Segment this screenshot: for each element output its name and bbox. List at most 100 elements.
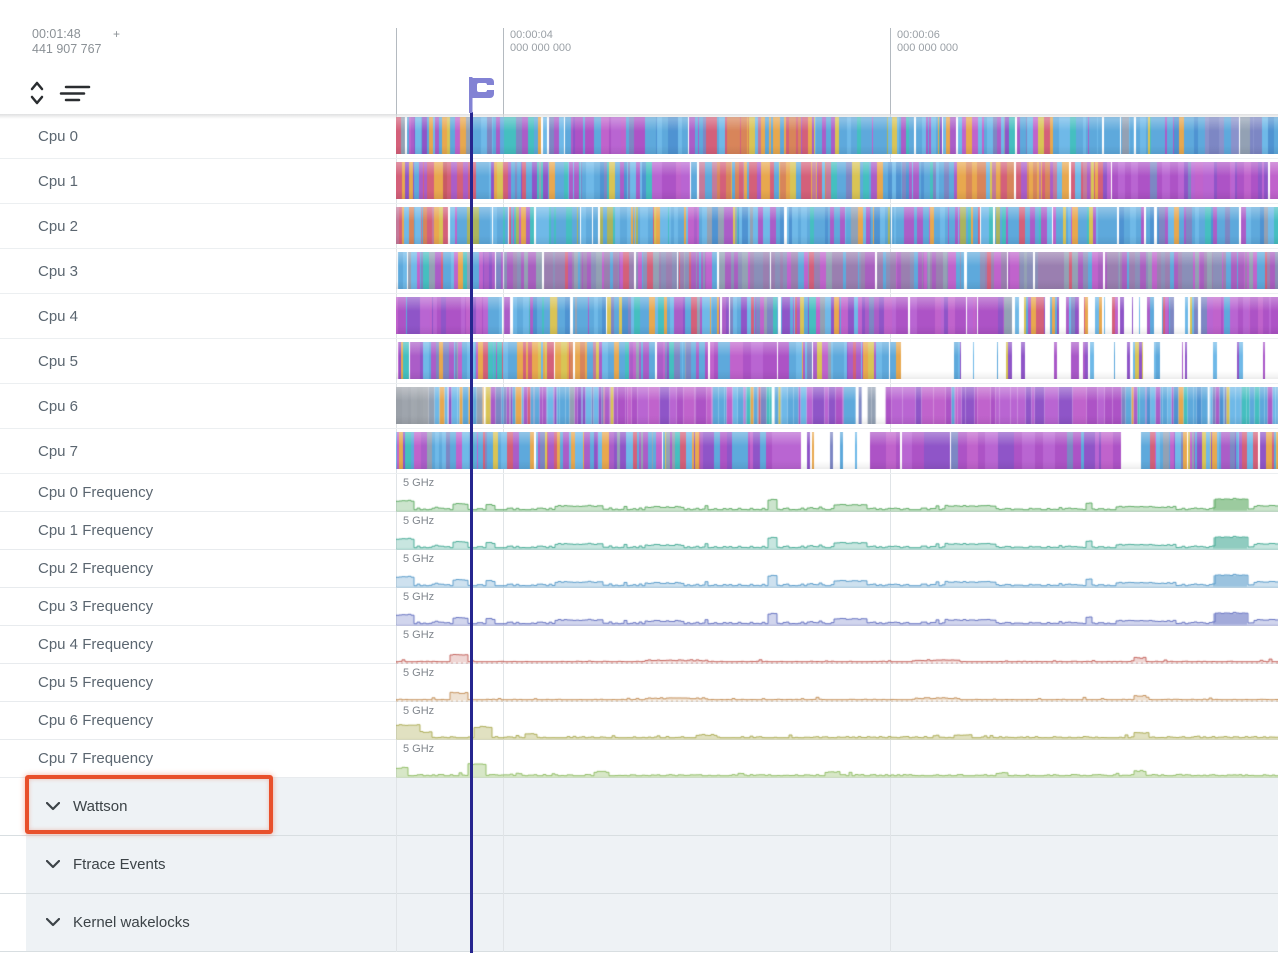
cpu-frequency-canvas[interactable] (396, 550, 1278, 588)
cpu-slices-canvas[interactable] (396, 117, 1278, 154)
track-label: Cpu 4 (38, 308, 78, 325)
cpu-slices-track[interactable] (396, 114, 1278, 158)
cpu-slices-canvas[interactable] (396, 162, 1278, 199)
trace-viewer: 00:01:48 441 907 767 + 00:00:04000 000 0… (0, 0, 1278, 956)
cpu-frequency-canvas[interactable] (396, 702, 1278, 740)
track-label-cell[interactable]: Cpu 2 Frequency (26, 550, 396, 587)
cpu-slices-track[interactable] (396, 294, 1278, 338)
cpu-frequency-track[interactable]: 5 GHz (396, 702, 1278, 739)
track-label-cell[interactable]: Cpu 4 (26, 294, 396, 338)
frequency-scale-label: 5 GHz (403, 553, 434, 565)
trace-time-display: 00:01:48 441 907 767 (32, 27, 102, 57)
cpu-slices-track[interactable] (396, 339, 1278, 383)
cpu-frequency-track-row[interactable]: 5 GHz Cpu 7 Frequency (0, 740, 1278, 778)
cpu-track-row[interactable]: Cpu 4 (0, 294, 1278, 339)
track-label: Cpu 5 Frequency (38, 674, 153, 691)
cpu-track-row[interactable]: Cpu 7 (0, 429, 1278, 474)
cpu-slices-canvas[interactable] (396, 252, 1278, 289)
cpu-frequency-canvas[interactable] (396, 626, 1278, 664)
cpu-frequency-track[interactable]: 5 GHz (396, 474, 1278, 511)
chevron-down-icon[interactable] (46, 914, 60, 932)
unfold-chevrons-icon (28, 96, 46, 111)
cpu-slices-canvas[interactable] (396, 387, 1278, 424)
chevron-down-icon[interactable] (46, 798, 60, 816)
group-label: Ftrace Events (73, 856, 166, 873)
track-label: Cpu 0 Frequency (38, 484, 153, 501)
cpu-slices-track[interactable] (396, 384, 1278, 428)
cpu-slices-track[interactable] (396, 249, 1278, 293)
cpu-track-row[interactable]: Cpu 0 (0, 114, 1278, 159)
track-label-cell[interactable]: Cpu 6 Frequency (26, 702, 396, 739)
cpu-track-row[interactable]: Cpu 2 (0, 204, 1278, 249)
track-label-cell[interactable]: Cpu 2 (26, 204, 396, 248)
chevron-down-icon[interactable] (46, 856, 60, 874)
track-label-cell[interactable]: Cpu 5 Frequency (26, 664, 396, 701)
track-label: Cpu 4 Frequency (38, 636, 153, 653)
track-label-cell[interactable]: Cpu 4 Frequency (26, 626, 396, 663)
track-label: Cpu 2 Frequency (38, 560, 153, 577)
cpu-slices-track[interactable] (396, 429, 1278, 473)
ruler-tick-label: 00:00:06000 000 000 (897, 29, 958, 55)
cpu-slices-track[interactable] (396, 204, 1278, 248)
track-label-cell[interactable]: Cpu 5 (26, 339, 396, 383)
frequency-scale-label: 5 GHz (403, 591, 434, 603)
cpu-slices-canvas[interactable] (396, 432, 1278, 469)
cpu-frequency-track-row[interactable]: 5 GHz Cpu 2 Frequency (0, 550, 1278, 588)
cpu-frequency-track[interactable]: 5 GHz (396, 664, 1278, 701)
frequency-scale-label: 5 GHz (403, 515, 434, 527)
time-plus-label: + (113, 27, 120, 41)
track-group-row[interactable]: Wattson (0, 778, 1278, 836)
cpu-frequency-track-row[interactable]: 5 GHz Cpu 3 Frequency (0, 588, 1278, 626)
track-label: Cpu 7 (38, 443, 78, 460)
cpu-track-row[interactable]: Cpu 5 (0, 339, 1278, 384)
expand-collapse-tracks-button[interactable] (28, 78, 46, 111)
cpu-frequency-track[interactable]: 5 GHz (396, 626, 1278, 663)
cpu-frequency-canvas[interactable] (396, 740, 1278, 778)
cpu-frequency-track-row[interactable]: 5 GHz Cpu 5 Frequency (0, 664, 1278, 702)
cpu-frequency-track-row[interactable]: 5 GHz Cpu 1 Frequency (0, 512, 1278, 550)
sort-tracks-button[interactable] (58, 84, 92, 107)
cpu-track-row[interactable]: Cpu 6 (0, 384, 1278, 429)
sort-lines-icon (58, 92, 92, 107)
ruler-tick-label: 00:00:04000 000 000 (510, 29, 571, 55)
cpu-slices-canvas[interactable] (396, 297, 1278, 334)
time-ruler[interactable] (396, 0, 1278, 114)
cpu-slices-canvas[interactable] (396, 207, 1278, 244)
cpu-frequency-canvas[interactable] (396, 588, 1278, 626)
frequency-scale-label: 5 GHz (403, 705, 434, 717)
cpu-slices-canvas[interactable] (396, 342, 1278, 379)
cpu-frequency-track-row[interactable]: 5 GHz Cpu 4 Frequency (0, 626, 1278, 664)
flag-marker-line[interactable] (470, 112, 473, 953)
cpu-frequency-canvas[interactable] (396, 474, 1278, 512)
flag-button[interactable] (469, 77, 499, 116)
track-group-row[interactable]: Kernel wakelocks (0, 894, 1278, 952)
track-label-cell[interactable]: Cpu 6 (26, 384, 396, 428)
track-label-cell[interactable]: Cpu 3 (26, 249, 396, 293)
track-label-cell[interactable]: Cpu 3 Frequency (26, 588, 396, 625)
track-rows: Cpu 0 Cpu 1 Cpu 2 Cpu 3 Cpu 4 (0, 114, 1278, 952)
cpu-frequency-track[interactable]: 5 GHz (396, 512, 1278, 549)
track-label: Cpu 1 Frequency (38, 522, 153, 539)
track-label: Cpu 6 (38, 398, 78, 415)
cpu-frequency-track-row[interactable]: 5 GHz Cpu 0 Frequency (0, 474, 1278, 512)
track-label: Cpu 7 Frequency (38, 750, 153, 767)
track-label-cell[interactable]: Cpu 0 Frequency (26, 474, 396, 511)
cpu-frequency-canvas[interactable] (396, 512, 1278, 550)
cpu-frequency-track-row[interactable]: 5 GHz Cpu 6 Frequency (0, 702, 1278, 740)
track-label-cell[interactable]: Cpu 7 Frequency (26, 740, 396, 777)
cpu-frequency-track[interactable]: 5 GHz (396, 550, 1278, 587)
track-group-row[interactable]: Ftrace Events (0, 836, 1278, 894)
frequency-scale-label: 5 GHz (403, 629, 434, 641)
track-label-cell[interactable]: Cpu 1 Frequency (26, 512, 396, 549)
cpu-frequency-track[interactable]: 5 GHz (396, 588, 1278, 625)
track-label-cell[interactable]: Cpu 7 (26, 429, 396, 473)
frequency-scale-label: 5 GHz (403, 477, 434, 489)
track-label-cell[interactable]: Cpu 0 (26, 114, 396, 158)
cpu-slices-track[interactable] (396, 159, 1278, 203)
cpu-frequency-canvas[interactable] (396, 664, 1278, 702)
track-label: Cpu 2 (38, 218, 78, 235)
cpu-track-row[interactable]: Cpu 3 (0, 249, 1278, 294)
track-label-cell[interactable]: Cpu 1 (26, 159, 396, 203)
cpu-track-row[interactable]: Cpu 1 (0, 159, 1278, 204)
cpu-frequency-track[interactable]: 5 GHz (396, 740, 1278, 777)
